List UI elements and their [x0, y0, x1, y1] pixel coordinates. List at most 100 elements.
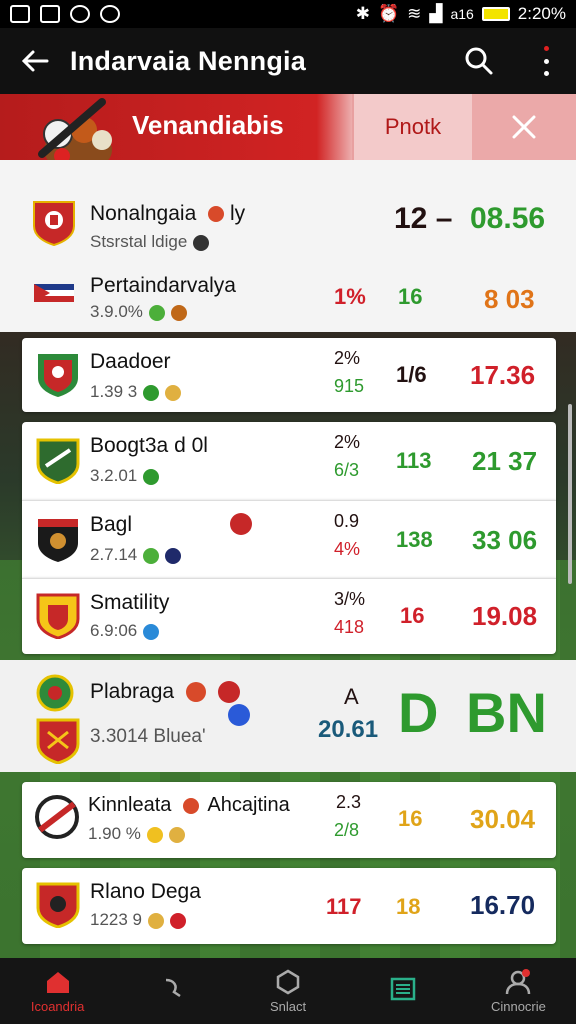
page-title: Indarvaia Nenngia [70, 45, 306, 76]
stat-col-3: BN [466, 681, 547, 744]
team-sub: 2.7.14 [90, 545, 138, 564]
team-crest-icon [36, 593, 80, 639]
match-score: 12 – [394, 202, 453, 235]
team-sub: 3.9.0% [90, 302, 143, 321]
list-item[interactable]: Rlano Dega 1223 9 117 18 16.70 [22, 868, 556, 944]
stat-col-1: A [344, 684, 359, 709]
team-sub: 1.39 3 [90, 382, 138, 401]
scrollbar[interactable] [568, 404, 572, 584]
star-icon [148, 304, 165, 321]
team-sub: 1.90 % [88, 824, 141, 843]
badge-icon [165, 547, 182, 564]
team-sub: 6.9:06 [90, 621, 138, 640]
stat-col-1b: 915 [334, 376, 365, 396]
share-icon [165, 978, 181, 998]
bluetooth-icon: ✱ [355, 4, 370, 23]
stat-col-2: 138 [396, 527, 433, 552]
check-icon [143, 384, 160, 401]
nav-profile[interactable]: Cinnocrie [461, 958, 576, 1024]
flag-icon [182, 797, 199, 814]
promo-banner[interactable]: Venandiabis Pnotk [0, 94, 576, 172]
stat-col-2: 113 [396, 448, 432, 473]
team-crest-icon [36, 438, 80, 484]
stat-col-1: 2.3 [336, 792, 362, 812]
stat-col-1b: 418 [334, 617, 365, 637]
stat-col-1b: 20.61 [318, 716, 379, 743]
list-item[interactable]: Daadoer 1.39 3 2% 915 1/6 17.36 [22, 338, 556, 412]
record-icon [170, 912, 186, 929]
stat-col-1: 1% [334, 284, 366, 309]
stat-col-3: 17.36 [470, 360, 536, 390]
bottom-navigation: Icoandria Snlact Cinnocrie [0, 958, 576, 1024]
team-sub: 1223 9 [90, 910, 142, 929]
banner-title: Venandiabis [132, 110, 284, 140]
team-crest-icon [35, 795, 79, 839]
team-crest-icon [33, 201, 75, 246]
alarm-icon: ⏰ [377, 4, 400, 23]
badge-icon [170, 304, 187, 321]
banner-close-button[interactable] [472, 94, 576, 160]
team-name: Boogt3a d 0l [90, 434, 208, 457]
battery-icon [481, 7, 510, 21]
team-name: Bagl [90, 513, 133, 536]
info-icon [193, 234, 210, 251]
banner-action-button[interactable]: Pnotk [352, 94, 472, 160]
settings-icon [70, 5, 90, 23]
list-item[interactable]: Bagl 2.7.14 0.9 4% 138 33 06 [22, 500, 556, 578]
team-name: Pertaindarvalya [90, 274, 236, 297]
team-name: Smatility [90, 591, 170, 614]
battery-label: a16 [450, 6, 474, 22]
stat-col-2: 16 [400, 603, 425, 628]
search-button[interactable] [462, 44, 496, 78]
list-item[interactable]: Pertaindarvalya 3.9.0% 1% 16 8 03 [0, 268, 576, 332]
back-button[interactable] [0, 28, 70, 94]
list-item[interactable]: Boogt3a d 0l 3.2.01 2% 6/3 113 21 37 [22, 422, 556, 500]
check-icon [143, 468, 160, 485]
stat-col-2: 16 [398, 806, 423, 831]
team-sub: Stsrstal ldige [90, 232, 188, 251]
stat-col-3: 33 06 [472, 525, 538, 555]
stat-col-1b: 4% [334, 539, 361, 559]
flag-icon [208, 206, 225, 223]
trophy-icon [168, 826, 185, 843]
stat-col-2: 1/6 [396, 362, 427, 387]
app-bar: Indarvaia Nenngia [0, 28, 576, 94]
nav-share[interactable] [115, 958, 230, 1024]
gallery-icon [10, 5, 30, 23]
stat-col-3: 30.04 [470, 804, 536, 834]
stat-col-3: 19.08 [472, 601, 538, 631]
stat-col-1: 2% [334, 348, 361, 368]
team-sub: 3.3014 Bluea' [90, 726, 206, 747]
team-suffix: Ahcajtina [207, 794, 290, 816]
team-suffix: ly [229, 202, 246, 225]
trophy-icon [165, 384, 182, 401]
nav-list[interactable] [346, 958, 461, 1024]
list-item[interactable]: Smatility 6.9:06 3/% 418 16 19.08 [22, 578, 556, 654]
nav-label: Cinnocrie [490, 998, 546, 1014]
no-entry-icon [230, 513, 252, 535]
stat-col-3: 16.70 [470, 890, 536, 920]
list-item[interactable]: Plabraga 3.3014 Bluea' A 20.61 D BN [0, 660, 576, 772]
info-icon [228, 704, 250, 726]
flag-icon [185, 682, 206, 703]
close-icon [512, 115, 536, 139]
team-crest-icon [36, 882, 80, 928]
list-item[interactable]: Nonalngaia ly Stsrstal ldige 12 – 08.56 [0, 160, 576, 268]
favorite-icon [217, 681, 240, 704]
arrow-left-icon [21, 50, 49, 72]
wifi-icon: ≋ [407, 4, 422, 23]
nav-home[interactable]: Icoandria [0, 958, 115, 1024]
stat-col-2: 16 [398, 284, 423, 309]
home-icon [46, 971, 69, 993]
team-crest-icon [36, 718, 80, 764]
face-icon [100, 5, 120, 23]
list-item[interactable]: Kinnleata Ahcajtina 1.90 % 2.3 2/8 16 30… [22, 782, 556, 858]
more-options-button[interactable] [536, 44, 556, 78]
team-name: Nonalngaia [90, 202, 197, 225]
team-crest-icon [36, 674, 74, 712]
stat-col-2: D [398, 681, 439, 744]
flag-icon [34, 284, 74, 302]
team-sub: 3.2.01 [90, 466, 138, 485]
nav-select[interactable]: Snlact [230, 958, 345, 1024]
list-icon [390, 977, 416, 1001]
